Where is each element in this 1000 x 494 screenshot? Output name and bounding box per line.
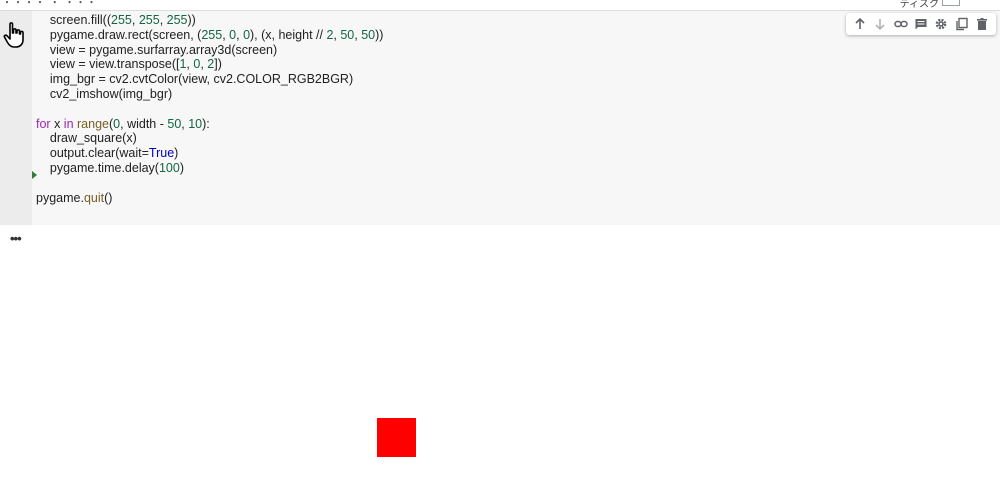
- disk-usage-bar: [942, 0, 960, 6]
- comment-icon: [915, 19, 927, 30]
- cell-toolbar: [846, 13, 996, 35]
- output-menu-button[interactable]: •••: [10, 231, 22, 246]
- mirror-cell-icon: [955, 17, 968, 31]
- code-line: for x in range(0, width - 50, 10):: [36, 116, 210, 131]
- cell-output: [0, 226, 1000, 494]
- link-icon: [893, 20, 908, 28]
- arrow-down-icon: [875, 19, 885, 31]
- move-down-button[interactable]: [872, 16, 888, 32]
- code-line: view = pygame.surfarray.array3d(screen): [36, 42, 278, 57]
- mirror-cell-button[interactable]: [954, 16, 970, 32]
- code-line: screen.fill((255, 255, 255)): [36, 13, 196, 27]
- trash-icon: [976, 18, 987, 30]
- delete-cell-button[interactable]: [974, 16, 990, 32]
- link-button[interactable]: [893, 16, 909, 32]
- code-line: cv2_imshow(img_bgr): [36, 86, 173, 101]
- disk-indicator[interactable]: ディスク: [900, 0, 960, 10]
- code-editor[interactable]: screen.fill((255, 255, 255)) pygame.draw…: [36, 13, 383, 205]
- gear-icon: [935, 18, 947, 30]
- disk-label: ディスク: [899, 0, 939, 10]
- code-line: pygame.time.delay(100): [36, 160, 184, 175]
- code-cell[interactable]: screen.fill((255, 255, 255)) pygame.draw…: [0, 11, 1000, 225]
- code-line: output.clear(wait=True): [36, 146, 179, 161]
- arrow-up-icon: [855, 17, 865, 29]
- code-line: img_bgr = cv2.cvtColor(view, cv2.COLOR_R…: [36, 72, 354, 87]
- code-line: pygame.quit(): [36, 190, 113, 205]
- comment-button[interactable]: [913, 16, 929, 32]
- code-line: draw_square(x): [36, 131, 137, 146]
- code-line: view = view.transpose([1, 0, 2]): [36, 57, 222, 72]
- red-square-image: [377, 418, 416, 457]
- hand-cursor-icon: [3, 22, 24, 48]
- top-bar: ・・・・ ・ ・・・ ディスク: [0, 0, 1000, 11]
- notebook-title-fragment[interactable]: ・・・・ ・ ・・・: [2, 0, 98, 9]
- code-line: pygame.draw.rect(screen, (255, 0, 0), (x…: [36, 27, 384, 42]
- settings-button[interactable]: [933, 16, 949, 32]
- move-up-button[interactable]: [852, 16, 868, 32]
- execution-indicator-icon: [32, 171, 37, 179]
